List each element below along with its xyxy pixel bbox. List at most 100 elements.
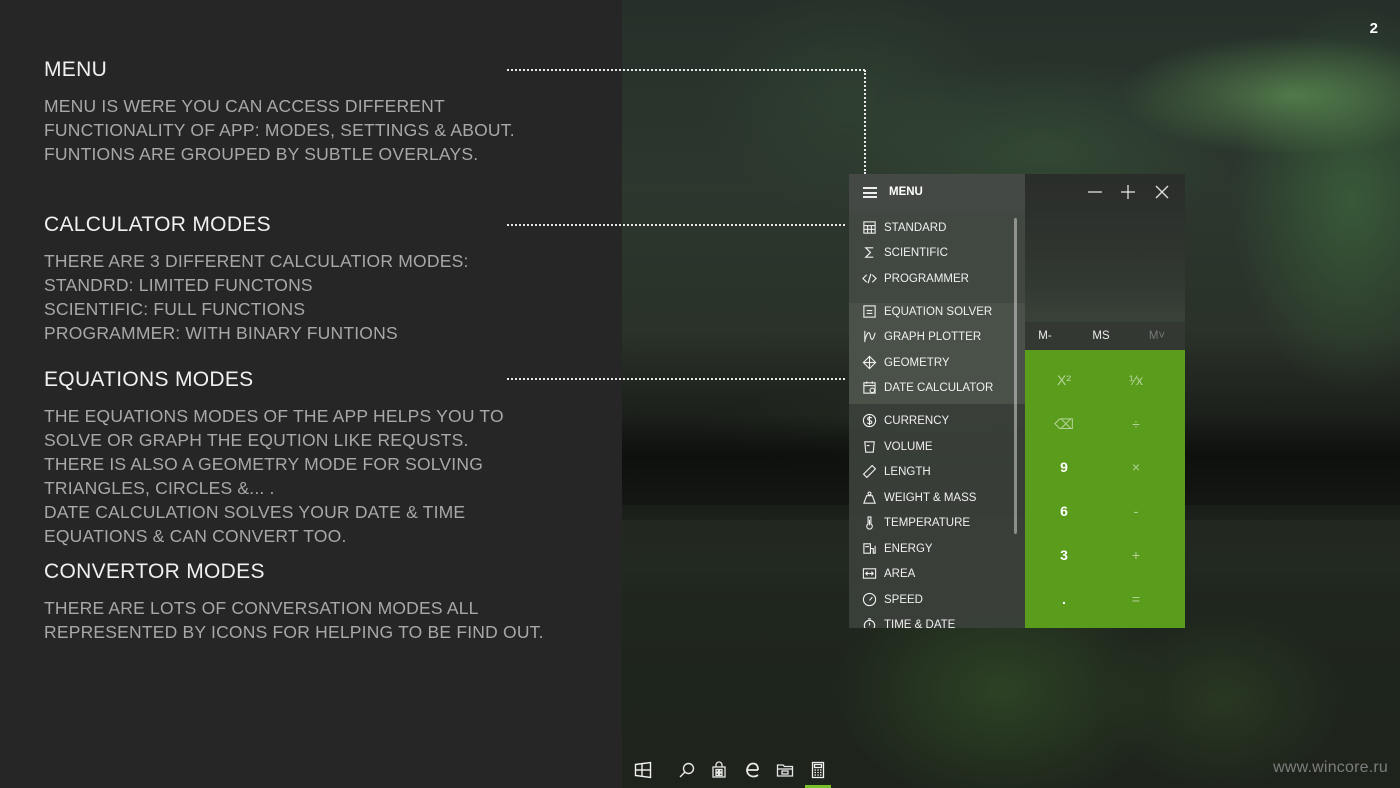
key-subtract[interactable]: - (1097, 489, 1175, 533)
menu-item-label: AREA (884, 567, 916, 580)
sigma-icon (861, 245, 877, 261)
menu-item-label: TIME & DATE (884, 618, 956, 629)
annotation-panel: MENU MENU IS WERE YOU CAN ACCESS DIFFERE… (0, 0, 622, 788)
maximize-button[interactable] (1115, 180, 1141, 204)
key-reciprocal[interactable]: ¹⁄x (1097, 358, 1175, 402)
menu-item-scientific[interactable]: SCIENTIFIC (849, 240, 1015, 265)
section-convertor-modes: CONVERTOR MODES THERE ARE LOTS OF CONVER… (44, 560, 544, 644)
section-text: PROGRAMMER: WITH BINARY FUNTIONS (44, 323, 398, 343)
menu-item-geometry[interactable]: GEOMETRY (849, 350, 1015, 375)
menu-item-label: SCIENTIFIC (884, 246, 948, 259)
memory-list-button[interactable]: M˅ (1129, 322, 1185, 350)
file-explorer-icon[interactable] (768, 754, 802, 786)
edge-icon[interactable] (735, 754, 769, 786)
standard-icon (861, 220, 877, 236)
graph-icon (861, 329, 877, 345)
menu-item-temperature[interactable]: TEMPERATURE (849, 510, 1015, 535)
memory-store-button[interactable]: MS (1073, 322, 1129, 350)
key-divide[interactable]: ÷ (1097, 402, 1175, 446)
menu-item-graph-plotter[interactable]: GRAPH PLOTTER (849, 324, 1015, 349)
key-square[interactable]: X² (1025, 358, 1103, 402)
key-multiply[interactable]: × (1097, 445, 1175, 489)
speedometer-icon (861, 592, 877, 608)
section-text: FUNCTIONALITY OF APP: MODES, SETTINGS & … (44, 120, 515, 140)
menu-item-label: TEMPERATURE (884, 516, 971, 529)
menu-item-label: EQUATION SOLVER (884, 305, 993, 318)
menu-item-equation-solver[interactable]: EQUATION SOLVER (849, 299, 1015, 324)
menu-item-label: VOLUME (884, 440, 933, 453)
equation-icon (861, 304, 877, 320)
volume-icon (861, 439, 877, 455)
key-decimal[interactable]: . (1025, 577, 1103, 621)
menu-title: MENU (889, 186, 923, 198)
section-text: DATE CALCULATION SOLVES YOUR DATE & TIME (44, 502, 466, 522)
thermometer-icon (861, 515, 877, 531)
calendar-icon (861, 380, 877, 396)
menu-item-speed[interactable]: SPEED (849, 587, 1015, 612)
section-title: MENU (44, 58, 108, 81)
key-9[interactable]: 9 (1025, 445, 1103, 489)
calculator-window: MENU STANDARD SCIENTIFIC PROGRAMMER EQUA… (849, 174, 1185, 628)
energy-icon (861, 541, 877, 557)
code-icon (861, 271, 877, 287)
section-title: CONVERTOR MODES (44, 560, 265, 583)
watermark: www.wincore.ru (1273, 759, 1388, 776)
menu-item-label: LENGTH (884, 465, 931, 478)
close-button[interactable] (1149, 180, 1175, 204)
calculator-icon[interactable] (801, 754, 835, 786)
section-text: STANDRD: LIMITED FUNCTONS (44, 275, 313, 295)
menu-item-label: GEOMETRY (884, 356, 950, 369)
memory-row: M- MS M˅ (1025, 322, 1185, 350)
connector-calculator-modes (507, 224, 845, 226)
key-3[interactable]: 3 (1025, 533, 1103, 577)
key-add[interactable]: + (1097, 533, 1175, 577)
search-icon[interactable] (670, 754, 704, 786)
menu-item-area[interactable]: AREA (849, 561, 1015, 586)
windows-start-icon[interactable] (626, 754, 660, 786)
menu-header: MENU (849, 174, 1025, 212)
menu-scrollbar[interactable] (1014, 218, 1017, 534)
section-text: THE EQUATIONS MODES OF THE APP HELPS YOU… (44, 406, 504, 426)
section-title: CALCULATOR MODES (44, 213, 271, 236)
menu-item-standard[interactable]: STANDARD (849, 215, 1015, 240)
section-text: REPRESENTED BY ICONS FOR HELPING TO BE F… (44, 622, 544, 642)
close-icon (1155, 185, 1169, 199)
menu-item-label: STANDARD (884, 221, 947, 234)
minimize-icon (1088, 191, 1102, 193)
connector-equations-modes (507, 378, 845, 380)
menu-item-time-date[interactable]: TIME & DATE (849, 612, 1015, 628)
key-backspace[interactable]: ⌫ (1025, 402, 1103, 446)
menu-item-label: DATE CALCULATOR (884, 381, 994, 394)
minimize-button[interactable] (1082, 180, 1108, 204)
menu-item-energy[interactable]: ENERGY (849, 536, 1015, 561)
menu-item-label: PROGRAMMER (884, 272, 969, 285)
key-6[interactable]: 6 (1025, 489, 1103, 533)
store-icon[interactable] (702, 754, 736, 786)
menu-item-weight-mass[interactable]: WEIGHT & MASS (849, 485, 1015, 510)
section-text: THERE IS ALSO A GEOMETRY MODE FOR SOLVIN… (44, 454, 484, 474)
menu-item-currency[interactable]: CURRENCY (849, 408, 1015, 433)
section-menu: MENU MENU IS WERE YOU CAN ACCESS DIFFERE… (44, 58, 515, 166)
memory-subtract-button[interactable]: M- (1017, 322, 1073, 350)
navigation-menu: MENU STANDARD SCIENTIFIC PROGRAMMER EQUA… (849, 174, 1025, 628)
section-equations-modes: EQUATIONS MODES THE EQUATIONS MODES OF T… (44, 368, 514, 548)
weight-icon (861, 490, 877, 506)
section-text: THERE ARE LOTS OF CONVERSATION MODES ALL (44, 598, 479, 618)
section-text: TRIANGLES, CIRCLES &... . (44, 478, 275, 498)
section-text: SOLVE OR GRAPH THE EQUTION LIKE REQUSTS. (44, 430, 469, 450)
page-number: 2 (1369, 20, 1378, 37)
hamburger-icon[interactable] (863, 187, 877, 198)
plus-icon (1121, 185, 1135, 199)
area-icon (861, 566, 877, 582)
key-equals[interactable]: = (1097, 577, 1175, 621)
menu-item-programmer[interactable]: PROGRAMMER (849, 266, 1015, 291)
ruler-icon (861, 464, 877, 480)
menu-item-volume[interactable]: VOLUME (849, 434, 1015, 459)
section-text: FUNTIONS ARE GROUPED BY SUBTLE OVERLAYS. (44, 144, 479, 164)
menu-item-length[interactable]: LENGTH (849, 459, 1015, 484)
currency-icon (861, 413, 877, 429)
section-calculator-modes: CALCULATOR MODES THERE ARE 3 DIFFERENT C… (44, 213, 514, 345)
menu-item-date-calculator[interactable]: DATE CALCULATOR (849, 375, 1015, 400)
section-text: MENU IS WERE YOU CAN ACCESS DIFFERENT (44, 96, 445, 116)
calculator-body: M- MS M˅ X² ¹⁄x ⌫ ÷ 9 × 6 - 3 + . = (1025, 174, 1185, 628)
